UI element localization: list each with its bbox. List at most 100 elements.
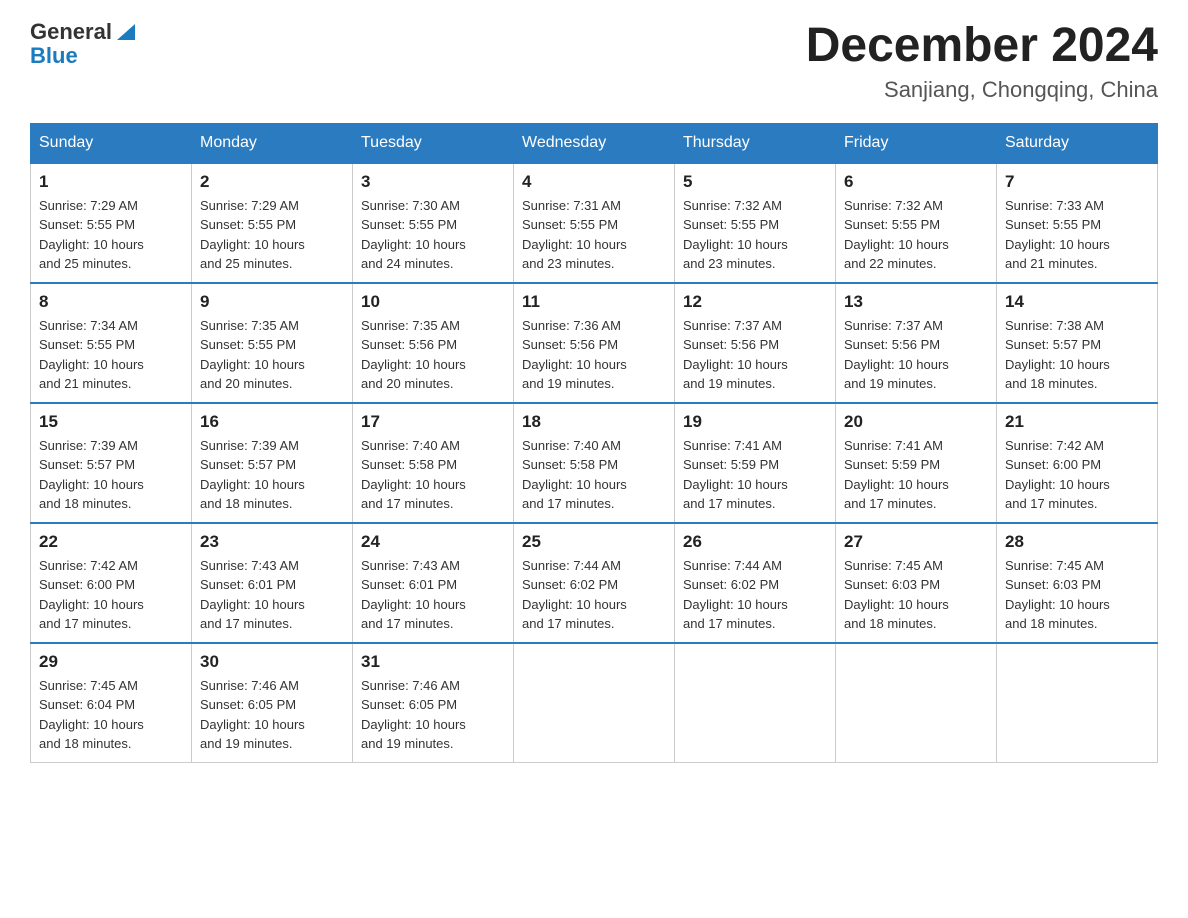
day-number: 10 [361,292,505,312]
calendar-cell: 1 Sunrise: 7:29 AMSunset: 5:55 PMDayligh… [31,163,192,283]
day-number: 24 [361,532,505,552]
calendar-table: SundayMondayTuesdayWednesdayThursdayFrid… [30,123,1158,763]
logo-triangle-icon [115,20,137,42]
calendar-cell: 22 Sunrise: 7:42 AMSunset: 6:00 PMDaylig… [31,523,192,643]
calendar-cell: 25 Sunrise: 7:44 AMSunset: 6:02 PMDaylig… [514,523,675,643]
day-number: 26 [683,532,827,552]
day-info: Sunrise: 7:37 AMSunset: 5:56 PMDaylight:… [683,316,827,394]
day-number: 6 [844,172,988,192]
day-number: 5 [683,172,827,192]
calendar-cell: 15 Sunrise: 7:39 AMSunset: 5:57 PMDaylig… [31,403,192,523]
day-number: 31 [361,652,505,672]
header: General Blue December 2024 Sanjiang, Cho… [30,20,1158,103]
day-info: Sunrise: 7:42 AMSunset: 6:00 PMDaylight:… [1005,436,1149,514]
day-number: 18 [522,412,666,432]
week-row-2: 8 Sunrise: 7:34 AMSunset: 5:55 PMDayligh… [31,283,1158,403]
day-info: Sunrise: 7:44 AMSunset: 6:02 PMDaylight:… [683,556,827,634]
day-info: Sunrise: 7:41 AMSunset: 5:59 PMDaylight:… [844,436,988,514]
day-info: Sunrise: 7:35 AMSunset: 5:56 PMDaylight:… [361,316,505,394]
logo: General Blue [30,20,137,68]
calendar-cell: 24 Sunrise: 7:43 AMSunset: 6:01 PMDaylig… [353,523,514,643]
day-number: 12 [683,292,827,312]
day-number: 29 [39,652,183,672]
day-number: 13 [844,292,988,312]
week-row-1: 1 Sunrise: 7:29 AMSunset: 5:55 PMDayligh… [31,163,1158,283]
calendar-cell: 3 Sunrise: 7:30 AMSunset: 5:55 PMDayligh… [353,163,514,283]
calendar-cell: 18 Sunrise: 7:40 AMSunset: 5:58 PMDaylig… [514,403,675,523]
calendar-cell: 11 Sunrise: 7:36 AMSunset: 5:56 PMDaylig… [514,283,675,403]
day-number: 9 [200,292,344,312]
day-number: 17 [361,412,505,432]
day-number: 11 [522,292,666,312]
day-number: 16 [200,412,344,432]
day-info: Sunrise: 7:39 AMSunset: 5:57 PMDaylight:… [200,436,344,514]
day-info: Sunrise: 7:33 AMSunset: 5:55 PMDaylight:… [1005,196,1149,274]
day-number: 30 [200,652,344,672]
day-info: Sunrise: 7:46 AMSunset: 6:05 PMDaylight:… [361,676,505,754]
title-area: December 2024 Sanjiang, Chongqing, China [806,20,1158,103]
header-wednesday: Wednesday [514,123,675,163]
calendar-cell: 7 Sunrise: 7:33 AMSunset: 5:55 PMDayligh… [997,163,1158,283]
day-number: 8 [39,292,183,312]
calendar-cell: 17 Sunrise: 7:40 AMSunset: 5:58 PMDaylig… [353,403,514,523]
calendar-cell: 8 Sunrise: 7:34 AMSunset: 5:55 PMDayligh… [31,283,192,403]
day-info: Sunrise: 7:39 AMSunset: 5:57 PMDaylight:… [39,436,183,514]
header-tuesday: Tuesday [353,123,514,163]
calendar-cell: 23 Sunrise: 7:43 AMSunset: 6:01 PMDaylig… [192,523,353,643]
calendar-cell: 31 Sunrise: 7:46 AMSunset: 6:05 PMDaylig… [353,643,514,763]
calendar-title: December 2024 [806,20,1158,73]
day-number: 7 [1005,172,1149,192]
calendar-cell: 21 Sunrise: 7:42 AMSunset: 6:00 PMDaylig… [997,403,1158,523]
calendar-cell: 16 Sunrise: 7:39 AMSunset: 5:57 PMDaylig… [192,403,353,523]
day-number: 28 [1005,532,1149,552]
calendar-cell: 26 Sunrise: 7:44 AMSunset: 6:02 PMDaylig… [675,523,836,643]
header-thursday: Thursday [675,123,836,163]
calendar-cell: 9 Sunrise: 7:35 AMSunset: 5:55 PMDayligh… [192,283,353,403]
day-info: Sunrise: 7:45 AMSunset: 6:03 PMDaylight:… [1005,556,1149,634]
day-info: Sunrise: 7:31 AMSunset: 5:55 PMDaylight:… [522,196,666,274]
day-info: Sunrise: 7:44 AMSunset: 6:02 PMDaylight:… [522,556,666,634]
calendar-cell [514,643,675,763]
calendar-cell [997,643,1158,763]
day-number: 19 [683,412,827,432]
calendar-subtitle: Sanjiang, Chongqing, China [806,77,1158,103]
day-info: Sunrise: 7:34 AMSunset: 5:55 PMDaylight:… [39,316,183,394]
day-info: Sunrise: 7:45 AMSunset: 6:03 PMDaylight:… [844,556,988,634]
calendar-cell: 30 Sunrise: 7:46 AMSunset: 6:05 PMDaylig… [192,643,353,763]
day-number: 27 [844,532,988,552]
day-info: Sunrise: 7:29 AMSunset: 5:55 PMDaylight:… [39,196,183,274]
day-info: Sunrise: 7:40 AMSunset: 5:58 PMDaylight:… [361,436,505,514]
calendar-cell: 14 Sunrise: 7:38 AMSunset: 5:57 PMDaylig… [997,283,1158,403]
day-number: 14 [1005,292,1149,312]
day-number: 23 [200,532,344,552]
day-number: 25 [522,532,666,552]
day-info: Sunrise: 7:29 AMSunset: 5:55 PMDaylight:… [200,196,344,274]
day-info: Sunrise: 7:36 AMSunset: 5:56 PMDaylight:… [522,316,666,394]
calendar-cell: 19 Sunrise: 7:41 AMSunset: 5:59 PMDaylig… [675,403,836,523]
day-info: Sunrise: 7:38 AMSunset: 5:57 PMDaylight:… [1005,316,1149,394]
header-saturday: Saturday [997,123,1158,163]
calendar-cell: 6 Sunrise: 7:32 AMSunset: 5:55 PMDayligh… [836,163,997,283]
day-info: Sunrise: 7:32 AMSunset: 5:55 PMDaylight:… [844,196,988,274]
header-friday: Friday [836,123,997,163]
week-row-3: 15 Sunrise: 7:39 AMSunset: 5:57 PMDaylig… [31,403,1158,523]
week-row-4: 22 Sunrise: 7:42 AMSunset: 6:00 PMDaylig… [31,523,1158,643]
calendar-cell: 2 Sunrise: 7:29 AMSunset: 5:55 PMDayligh… [192,163,353,283]
calendar-cell: 10 Sunrise: 7:35 AMSunset: 5:56 PMDaylig… [353,283,514,403]
header-monday: Monday [192,123,353,163]
logo-blue-text: Blue [30,44,137,68]
calendar-cell: 28 Sunrise: 7:45 AMSunset: 6:03 PMDaylig… [997,523,1158,643]
header-sunday: Sunday [31,123,192,163]
day-info: Sunrise: 7:41 AMSunset: 5:59 PMDaylight:… [683,436,827,514]
day-info: Sunrise: 7:45 AMSunset: 6:04 PMDaylight:… [39,676,183,754]
day-number: 1 [39,172,183,192]
days-header-row: SundayMondayTuesdayWednesdayThursdayFrid… [31,123,1158,163]
calendar-cell [675,643,836,763]
day-number: 22 [39,532,183,552]
day-info: Sunrise: 7:43 AMSunset: 6:01 PMDaylight:… [200,556,344,634]
day-info: Sunrise: 7:40 AMSunset: 5:58 PMDaylight:… [522,436,666,514]
day-number: 20 [844,412,988,432]
day-info: Sunrise: 7:35 AMSunset: 5:55 PMDaylight:… [200,316,344,394]
calendar-cell: 20 Sunrise: 7:41 AMSunset: 5:59 PMDaylig… [836,403,997,523]
day-info: Sunrise: 7:30 AMSunset: 5:55 PMDaylight:… [361,196,505,274]
